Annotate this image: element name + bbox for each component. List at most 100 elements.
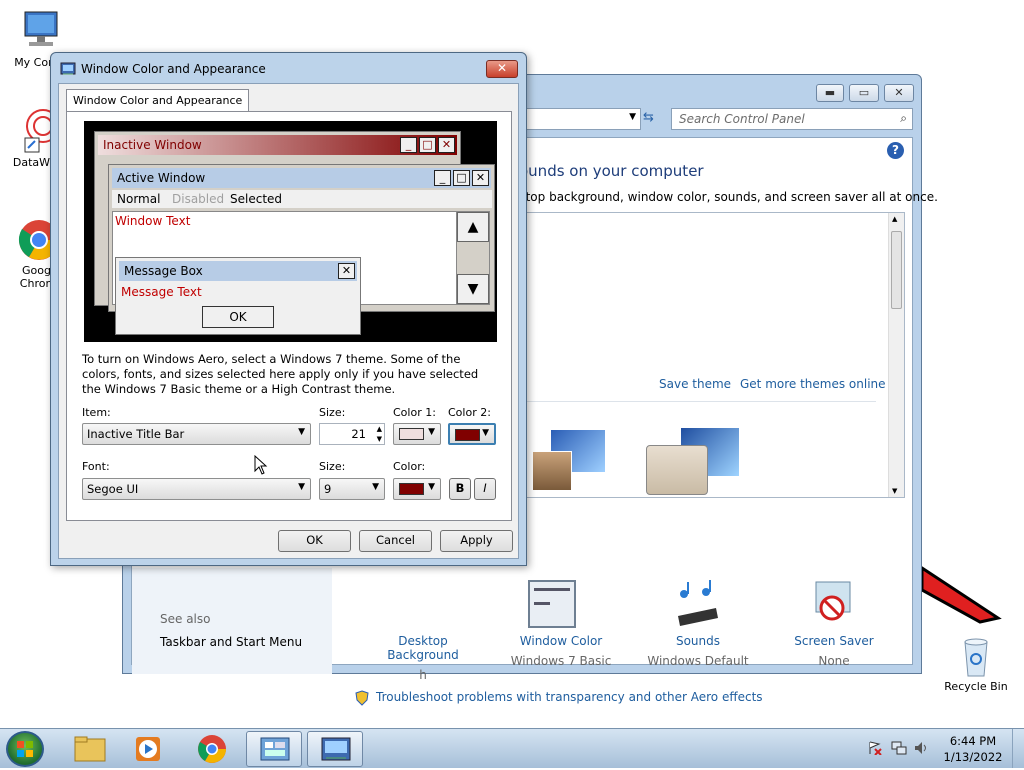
scroll-down-icon: ▼ [457, 274, 489, 304]
font-color-picker[interactable]: ▼ [393, 478, 441, 500]
tab-window-color[interactable]: Window Color and Appearance [66, 89, 250, 112]
scroll-up-icon[interactable]: ▲ [892, 215, 897, 223]
cancel-button[interactable]: Cancel [359, 530, 432, 552]
chevron-down-icon[interactable]: ▼ [482, 428, 489, 438]
taskbar-media-player[interactable] [120, 731, 176, 767]
search-icon[interactable]: ⌕ [900, 111, 907, 126]
size-spinner[interactable]: 21 ▲ ▼ [319, 423, 385, 445]
font-select[interactable]: Segoe UI ▼ [82, 478, 311, 500]
taskbar-control-panel[interactable] [246, 731, 302, 767]
message-text: Message Text [121, 285, 202, 299]
maximize-button[interactable]: ▭ [849, 84, 879, 102]
desktop-background-link[interactable]: Desktop Background h [368, 634, 478, 682]
chevron-down-icon[interactable]: ▼ [629, 112, 636, 122]
chevron-down-icon[interactable]: ▼ [372, 482, 379, 492]
color1-picker[interactable]: ▼ [393, 423, 441, 445]
font-size-select[interactable]: 9 ▼ [319, 478, 385, 500]
address-bar[interactable]: ▼ [523, 108, 641, 130]
page-heading: ounds on your computer [519, 162, 704, 180]
maximize-icon: □ [419, 137, 436, 153]
window-color-subtitle: Windows 7 Basic [510, 654, 612, 668]
item-select-value: Inactive Title Bar [87, 427, 185, 441]
font-size-label: Size: [319, 460, 346, 473]
help-icon[interactable]: ? [887, 142, 904, 159]
troubleshoot-link[interactable]: Troubleshoot problems with transparency … [376, 690, 763, 704]
search-placeholder: Search Control Panel [679, 112, 805, 126]
refresh-icon[interactable]: ⇆ [643, 110, 665, 130]
font-size-value: 9 [324, 482, 332, 496]
get-more-themes-link[interactable]: Get more themes online [740, 377, 886, 391]
size-label: Size: [319, 406, 346, 419]
window-color-title[interactable]: Window Color [502, 634, 620, 648]
font-label: Font: [82, 460, 110, 473]
search-input[interactable]: Search Control Panel ⌕ [671, 108, 913, 130]
desktop-background-title[interactable]: Desktop Background [368, 634, 478, 662]
scrollbar-thumb[interactable] [891, 231, 902, 309]
desktop-background-subtitle: h [419, 668, 427, 682]
preview-ok-button: OK [202, 306, 274, 328]
sounds-title[interactable]: Sounds [640, 634, 756, 648]
chevron-down-icon[interactable]: ▼ [298, 482, 305, 492]
dialog-body: Window Color and Appearance Inactive Win… [58, 83, 519, 559]
window-color-app-icon [321, 737, 351, 761]
action-center-icon[interactable] [868, 741, 882, 756]
window-color-link[interactable]: Window Color Windows 7 Basic [502, 634, 620, 668]
minimize-button[interactable]: ▬ [816, 84, 844, 102]
sounds-link[interactable]: Sounds Windows Default [640, 634, 756, 668]
theme-thumbnail[interactable] [640, 427, 760, 497]
italic-button[interactable]: I [474, 478, 496, 500]
shield-icon [354, 690, 370, 706]
taskbar-start-menu-link[interactable]: Taskbar and Start Menu [160, 635, 302, 649]
window-color-app-icon [60, 61, 76, 77]
network-icon[interactable] [891, 740, 907, 756]
font-select-value: Segoe UI [87, 482, 139, 496]
chevron-down-icon[interactable]: ▼ [298, 427, 305, 437]
theme-list[interactable]: ▲ ▼ Save theme Get more themes online [519, 212, 905, 498]
appearance-preview[interactable]: Inactive Window _ □ ✕ Active Window _ □ … [84, 121, 497, 342]
close-button[interactable]: ✕ [884, 84, 914, 102]
theme-list-scrollbar[interactable]: ▲ ▼ [888, 213, 904, 497]
active-window-label: Active Window [117, 171, 206, 185]
volume-icon[interactable] [913, 740, 929, 756]
spin-up-icon[interactable]: ▲ [377, 425, 382, 434]
spin-down-icon[interactable]: ▼ [377, 435, 382, 444]
sounds-icon[interactable] [672, 580, 722, 628]
scroll-up-icon: ▲ [457, 212, 489, 242]
taskbar-explorer[interactable] [62, 731, 118, 767]
screen-saver-icon[interactable] [812, 578, 856, 628]
chevron-down-icon[interactable]: ▼ [428, 427, 435, 437]
start-button[interactable] [6, 731, 44, 767]
bold-button[interactable]: B [449, 478, 471, 500]
chevron-down-icon[interactable]: ▼ [428, 482, 435, 492]
taskbar-window-color[interactable] [307, 731, 363, 767]
preview-menu-bar: Normal Disabled Selected [112, 190, 492, 208]
message-box-title: Message Box ✕ [119, 261, 357, 281]
aero-description: To turn on Windows Aero, select a Window… [82, 352, 479, 396]
taskbar-chrome[interactable] [184, 731, 240, 767]
dialog-close-button[interactable]: ✕ [486, 60, 518, 78]
clock[interactable]: 6:44 PM 1/13/2022 [942, 733, 1004, 765]
windows-logo-icon [17, 741, 33, 757]
dialog-title: Window Color and Appearance [81, 62, 266, 76]
color2-picker[interactable]: ▼ [448, 423, 496, 445]
apply-button[interactable]: Apply [440, 530, 513, 552]
font-color-swatch [399, 483, 424, 495]
window-color-icon[interactable] [528, 580, 576, 628]
see-also-heading: See also [160, 612, 211, 626]
desktop-icon-recycle-bin[interactable]: Recycle Bin [936, 632, 1016, 693]
desktop-icon-label: Recycle Bin [944, 680, 1008, 693]
computer-icon [17, 8, 63, 54]
color1-label: Color 1: [393, 406, 436, 419]
item-select[interactable]: Inactive Title Bar ▼ [82, 423, 311, 445]
color2-swatch [455, 429, 480, 441]
screen-saver-title[interactable]: Screen Saver [776, 634, 892, 648]
theme-thumbnail[interactable] [532, 427, 622, 497]
show-desktop-button[interactable] [1012, 729, 1024, 768]
ok-button[interactable]: OK [278, 530, 351, 552]
color1-swatch [399, 428, 424, 440]
clock-time: 6:44 PM [949, 734, 997, 748]
scroll-down-icon[interactable]: ▼ [892, 487, 897, 495]
save-theme-link[interactable]: Save theme [659, 377, 731, 391]
screen-saver-link[interactable]: Screen Saver None [776, 634, 892, 668]
maximize-icon: □ [453, 170, 470, 186]
